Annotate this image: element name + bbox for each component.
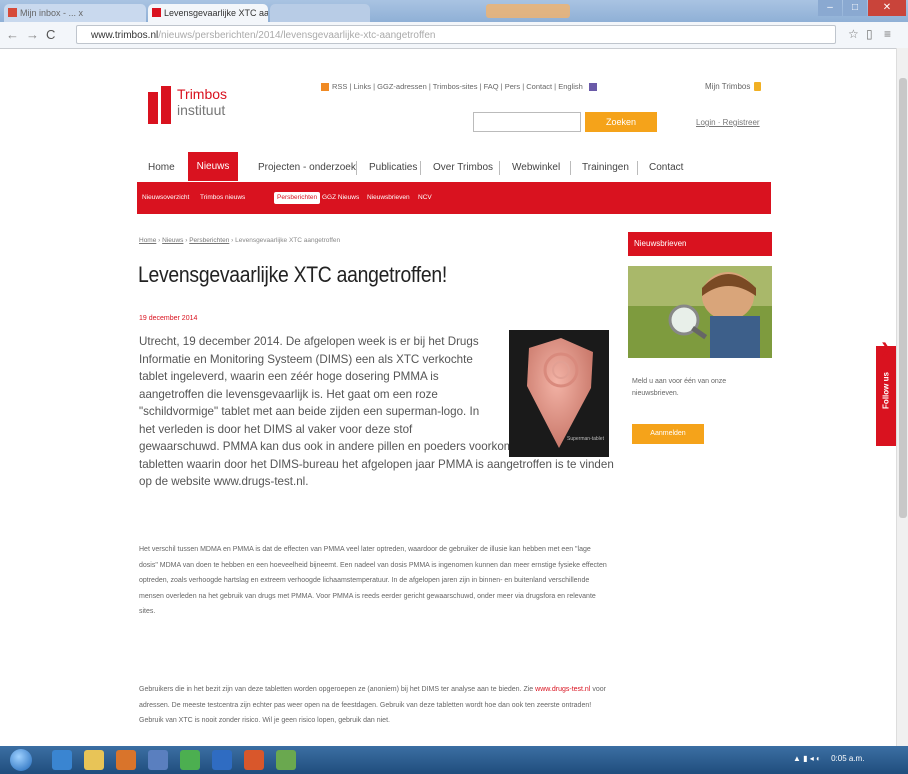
media-player-icon[interactable]	[116, 750, 136, 770]
logo-bar	[148, 92, 158, 124]
network-icon[interactable]: ▲ ▮ ◂ ◐	[793, 754, 821, 763]
nav-separator	[637, 161, 638, 175]
intro-text: Utrecht, 19 december 2014. De afgelopen …	[139, 335, 480, 436]
minimize-button[interactable]: –	[818, 0, 842, 16]
page-title: Levensgevaarlijke XTC aangetroffen!	[138, 262, 447, 287]
arrow-right-icon[interactable]: →	[26, 27, 39, 43]
nav-projecten[interactable]: Projecten - onderzoek	[258, 155, 356, 181]
breadcrumb-current: Levensgevaarlijke XTC aangetroffen	[235, 237, 341, 244]
paragraph-text: Gebruikers die in het bezit zijn van dez…	[139, 686, 534, 693]
logo-line1: Trimbos	[177, 86, 228, 102]
reload-icon[interactable]: C	[46, 27, 55, 43]
nav-separator	[356, 161, 357, 175]
nav-home[interactable]: Home	[148, 155, 175, 181]
search-input[interactable]	[473, 112, 581, 132]
nav-nieuws[interactable]: Nieuws	[188, 152, 238, 181]
url-path: /nieuws/persberichten/2014/levensgevaarl…	[158, 30, 436, 41]
subnav-nieuwsoverzicht[interactable]: Nieuwsoverzicht	[142, 192, 189, 204]
windows-taskbar: ▲ ▮ ◂ ◐ 0:05 a.m.	[0, 746, 908, 774]
subnav-ggz-nieuws[interactable]: GGZ Nieuws	[322, 192, 359, 204]
follow-us-tab[interactable]: ❯ Follow us	[876, 340, 896, 446]
sub-navigation: Nieuwsoverzicht Trimbos nieuws Persberic…	[137, 182, 771, 214]
nav-separator	[570, 161, 571, 175]
clock[interactable]: 0:05 a.m.	[831, 754, 864, 763]
top-links[interactable]: RSS | Links | GGZ-adressen | Trimbos-sit…	[321, 82, 597, 92]
tab-label: Mijn inbox - ... x	[20, 8, 84, 18]
subnav-persberichten[interactable]: Persberichten	[274, 192, 321, 204]
blurred-banner	[486, 4, 570, 18]
chrome-icon[interactable]	[180, 750, 200, 770]
article-paragraph: Het verschil tussen MDMA en PMMA is dat …	[139, 546, 607, 615]
pill-photo: Superman-tablet	[509, 330, 609, 457]
star-icon[interactable]: ☆	[848, 27, 859, 41]
app-icon[interactable]	[276, 750, 296, 770]
nav-webwinkel[interactable]: Webwinkel	[512, 155, 560, 181]
my-trimbos-link[interactable]: Mijn Trimbos	[705, 82, 762, 92]
child-magnifier-image	[628, 266, 772, 358]
close-window-button[interactable]: ✕	[868, 0, 906, 16]
article-intro: Utrecht, 19 december 2014. De afgelopen …	[139, 333, 614, 488]
arrow-left-icon[interactable]: ←	[6, 27, 19, 43]
browser-tab-new[interactable]	[270, 4, 370, 22]
nav-trainingen[interactable]: Trainingen	[582, 155, 629, 181]
tab-label: Levensgevaarlijke XTC aa... x	[164, 8, 268, 18]
menu-icon[interactable]: ≡	[884, 27, 891, 41]
browser-tab-article[interactable]: Levensgevaarlijke XTC aa... x	[148, 4, 268, 22]
drugs-test-link[interactable]: www.drugs-test.nl	[535, 686, 590, 693]
nav-contact[interactable]: Contact	[649, 155, 683, 181]
maximize-button[interactable]: □	[843, 0, 867, 16]
breadcrumb-home[interactable]: Home	[139, 237, 156, 244]
article-paragraph: Gebruikers die in het bezit zijn van dez…	[139, 682, 609, 746]
flag-icon	[588, 83, 597, 92]
powerpoint-icon[interactable]	[244, 750, 264, 770]
extension-icon[interactable]: ▯	[866, 27, 873, 41]
article-date: 19 december 2014	[139, 315, 198, 322]
follow-us-label: Follow us	[881, 372, 891, 409]
ie-icon[interactable]	[52, 750, 72, 770]
breadcrumb-nieuws[interactable]: Nieuws	[162, 237, 183, 244]
login-register-link[interactable]: Login · Registreer	[696, 118, 760, 127]
newsletter-heading: Nieuwsbrieven	[628, 232, 772, 256]
subnav-trimbos-nieuws[interactable]: Trimbos nieuws	[200, 192, 245, 204]
subnav-nieuwsbrieven[interactable]: Nieuwsbrieven	[367, 192, 410, 204]
breadcrumb-persberichten[interactable]: Persberichten	[189, 237, 229, 244]
page-scrollbar[interactable]	[896, 48, 908, 746]
lock-icon	[754, 82, 762, 92]
word-icon[interactable]	[212, 750, 232, 770]
mail-icon	[8, 8, 17, 17]
logo-line2: instituut	[177, 102, 226, 118]
nav-separator	[420, 161, 421, 175]
address-bar[interactable]: www.trimbos.nl/nieuws/persberichten/2014…	[76, 25, 836, 44]
subnav-ncv[interactable]: NCV	[418, 192, 432, 204]
start-button-icon[interactable]	[10, 749, 32, 771]
browser-toolbar: ← → C www.trimbos.nl/nieuws/persberichte…	[0, 22, 908, 49]
logo-bar	[161, 86, 171, 124]
logo-text: Trimbos instituut	[177, 86, 227, 118]
breadcrumb: Home › Nieuws › Persberichten › Levensge…	[139, 237, 341, 244]
url-domain: www.trimbos.nl	[91, 30, 159, 41]
nav-over-trimbos[interactable]: Over Trimbos	[433, 155, 493, 181]
newsletter-photo	[628, 266, 772, 358]
newsletter-text: Meld u aan voor één van onze nieuwsbriev…	[632, 378, 727, 397]
search-button[interactable]: Zoeken	[585, 112, 657, 132]
explorer-icon[interactable]	[84, 750, 104, 770]
nav-publicaties[interactable]: Publicaties	[369, 155, 417, 181]
my-trimbos-label: Mijn Trimbos	[705, 82, 751, 91]
nav-separator	[499, 161, 500, 175]
system-tray: ▲ ▮ ◂ ◐ 0:05 a.m.	[793, 754, 864, 763]
app-icon[interactable]	[148, 750, 168, 770]
rss-icon	[321, 83, 329, 92]
newsletter-signup-button[interactable]: Aanmelden	[632, 424, 704, 444]
browser-tab-inbox[interactable]: Mijn inbox - ... x	[4, 4, 146, 22]
trimbos-favicon-icon	[152, 8, 161, 17]
image-caption: Superman-tablet	[567, 436, 604, 442]
browser-tab-bar: Mijn inbox - ... x Levensgevaarlijke XTC…	[0, 0, 908, 22]
scrollbar-thumb[interactable]	[899, 78, 907, 518]
top-links-text[interactable]: RSS | Links | GGZ-adressen | Trimbos-sit…	[332, 82, 583, 91]
